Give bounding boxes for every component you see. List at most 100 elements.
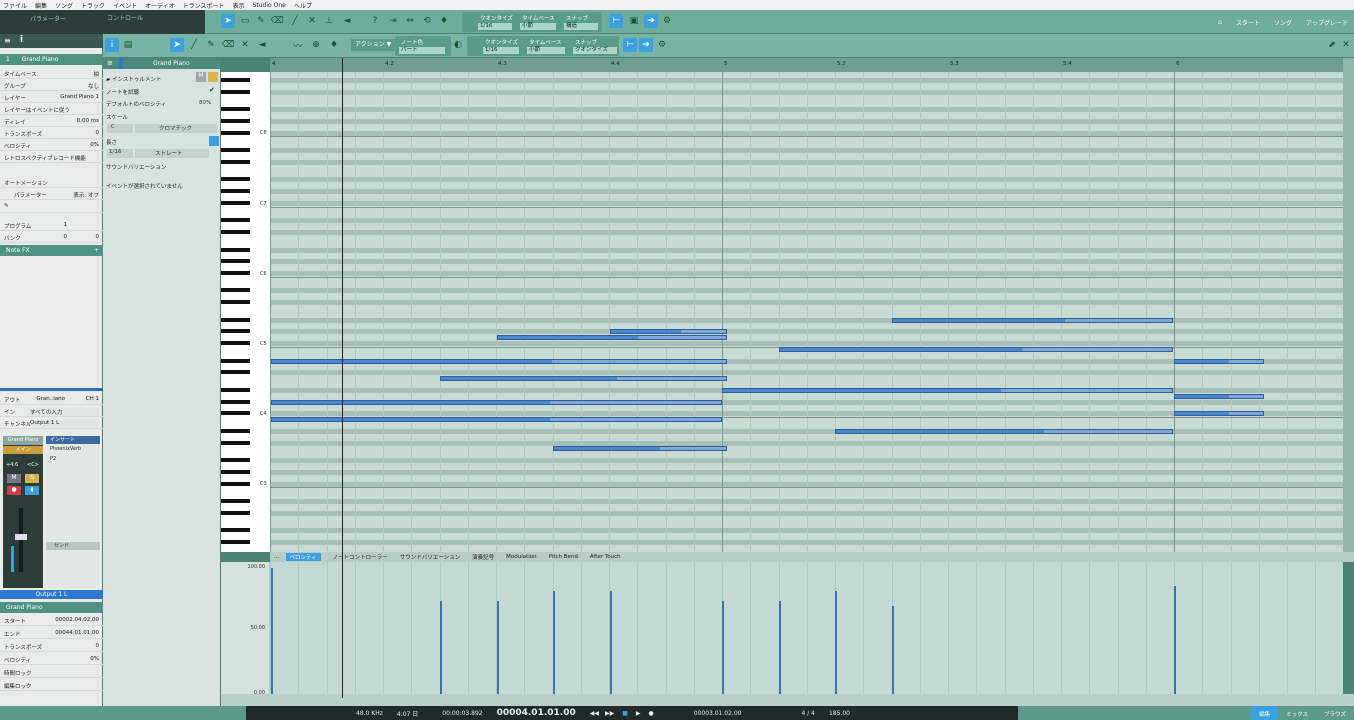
record-button[interactable]: ● xyxy=(7,486,21,495)
inspector-row-value[interactable]: 0.00 ms xyxy=(76,118,99,124)
velocity-bar[interactable] xyxy=(609,590,612,694)
inspector-row-value[interactable]: なし xyxy=(87,82,99,90)
instrument-s-button[interactable] xyxy=(208,72,218,82)
midi-note[interactable] xyxy=(722,387,1174,393)
black-key[interactable] xyxy=(221,148,250,153)
mix-view-button[interactable]: ミックス xyxy=(1278,706,1316,720)
left-locator[interactable]: 00003.01.02.00 xyxy=(694,710,742,717)
send-header[interactable]: センド xyxy=(46,542,100,550)
velocity-bar[interactable] xyxy=(553,590,556,694)
split-tool-icon[interactable]: ⟂ xyxy=(322,14,336,28)
inspector-row-value[interactable]: 拍 xyxy=(93,70,99,78)
menu-item[interactable]: ファイル xyxy=(3,1,27,10)
start-button[interactable]: スタート xyxy=(1236,18,1260,27)
notefx-header[interactable]: Note FX + xyxy=(0,245,103,256)
black-key[interactable] xyxy=(221,218,250,223)
scale-root-select[interactable]: C xyxy=(107,124,133,133)
event-row-value[interactable]: 0 xyxy=(95,643,99,649)
upgrade-button[interactable]: アップグレード xyxy=(1306,18,1348,27)
edit-mute-icon[interactable]: ✕ xyxy=(238,38,252,52)
detach-icon[interactable]: ⬈ xyxy=(1325,38,1339,52)
pencil-tool-icon[interactable]: ✎ xyxy=(254,14,268,28)
velocity-bar[interactable] xyxy=(835,590,837,694)
close-icon[interactable]: ✕ xyxy=(1339,38,1353,52)
black-key[interactable] xyxy=(221,118,250,123)
menu-item[interactable]: ソング xyxy=(55,1,73,10)
black-key[interactable] xyxy=(221,370,250,375)
quantize-select[interactable]: 1/16 xyxy=(478,23,512,30)
lane-tab[interactable]: ベロシティ xyxy=(285,553,321,561)
length-toggle-icon[interactable] xyxy=(209,136,219,146)
velocity-bar[interactable] xyxy=(891,605,894,694)
black-key[interactable] xyxy=(221,411,250,416)
black-key[interactable] xyxy=(221,341,250,346)
scale-type-select[interactable]: クロマチック xyxy=(135,124,217,133)
black-key[interactable] xyxy=(221,107,250,112)
lane-tab[interactable]: サウンドバリエーション xyxy=(400,553,460,561)
edit-icon[interactable]: ✎ xyxy=(4,203,9,209)
edit-snap-select[interactable]: クオンタイズ xyxy=(573,47,617,54)
insert-slot-1[interactable]: PhoenixVerb xyxy=(46,444,100,454)
black-key[interactable] xyxy=(221,130,250,135)
midi-note[interactable] xyxy=(1174,358,1265,364)
event-row-value[interactable]: 00044.01.01.00 xyxy=(55,630,99,636)
default-velocity-value[interactable]: 80% xyxy=(199,100,211,106)
insert-slot-2[interactable]: P2 xyxy=(46,454,100,464)
midi-note[interactable] xyxy=(1174,411,1265,417)
edit-eraser-icon[interactable]: ⌫ xyxy=(221,38,235,52)
black-key[interactable] xyxy=(221,329,250,334)
range-tool-icon[interactable]: ▭ xyxy=(238,14,252,28)
midi-note[interactable] xyxy=(440,376,727,382)
edit-listen-icon[interactable]: ◄ xyxy=(255,38,269,52)
info-toggle-icon[interactable]: i xyxy=(105,38,119,52)
black-key[interactable] xyxy=(221,247,250,252)
black-key[interactable] xyxy=(221,300,250,305)
inspector-menu-icon[interactable]: ≡ xyxy=(107,59,113,67)
black-key[interactable] xyxy=(221,177,250,182)
inspector-row-value[interactable]: 0% xyxy=(90,142,99,148)
strip-pan[interactable]: <C> xyxy=(27,462,39,468)
listen-tool-icon[interactable]: ◄ xyxy=(340,14,354,28)
black-key[interactable] xyxy=(221,77,250,82)
edit-snap-icon[interactable]: ⊢ xyxy=(623,38,637,52)
midi-note[interactable] xyxy=(496,335,727,341)
black-key[interactable] xyxy=(221,229,250,234)
event-row[interactable]: ベロシティ 0% xyxy=(0,654,103,665)
inspector-toggle-icon[interactable]: ▤ xyxy=(121,38,135,52)
event-row-value[interactable]: 0% xyxy=(90,656,99,662)
black-key[interactable] xyxy=(221,189,250,193)
menu-item[interactable]: Studio One xyxy=(253,2,286,9)
listen-check-icon[interactable]: ✔ xyxy=(209,86,215,94)
midi-note[interactable] xyxy=(270,358,727,364)
edit-view-button[interactable]: 編集 xyxy=(1251,706,1279,720)
color-icon[interactable]: ◐ xyxy=(451,38,465,52)
lane-tab[interactable]: ノートコントローラー xyxy=(333,553,388,561)
menu-item[interactable]: 表示 xyxy=(233,1,245,10)
edit-quantize-select[interactable]: 1/16 xyxy=(483,47,519,54)
forward-icon[interactable]: ▶▶ xyxy=(605,710,614,717)
time-signature[interactable]: 4 / 4 xyxy=(801,710,814,717)
follow-icon[interactable]: ➔ xyxy=(644,14,658,28)
insert-header[interactable]: インサート xyxy=(46,436,100,444)
edit-range-icon[interactable]: ╱ xyxy=(187,38,201,52)
vertical-scrollbar[interactable] xyxy=(1343,58,1354,552)
black-key[interactable] xyxy=(221,499,250,504)
velocity-bar[interactable] xyxy=(496,600,499,694)
menu-item[interactable]: ヘルプ xyxy=(294,1,312,10)
edit-follow-icon[interactable]: ➔ xyxy=(639,38,653,52)
loop-icon[interactable]: ⟲ xyxy=(420,14,434,28)
action-button[interactable]: アクション ▼ xyxy=(351,39,396,51)
midi-note[interactable] xyxy=(835,428,1174,434)
mute-button[interactable]: M xyxy=(7,474,21,483)
event-row[interactable]: トランスポーズ 0 xyxy=(0,641,103,652)
inspector-row[interactable]: ベロシティ 0% xyxy=(0,140,103,151)
midi-note[interactable] xyxy=(891,317,1174,323)
playhead[interactable] xyxy=(342,58,343,698)
edit-arrow-icon[interactable]: ➤ xyxy=(170,38,184,52)
mute-tool-icon[interactable]: ✕ xyxy=(305,14,319,28)
inspector-row[interactable]: トランスポーズ 0 xyxy=(0,128,103,139)
menu-item[interactable]: 編集 xyxy=(35,1,47,10)
record-icon[interactable]: ● xyxy=(649,710,654,717)
black-key[interactable] xyxy=(221,288,250,293)
snap-select[interactable]: 構造 xyxy=(564,23,598,30)
